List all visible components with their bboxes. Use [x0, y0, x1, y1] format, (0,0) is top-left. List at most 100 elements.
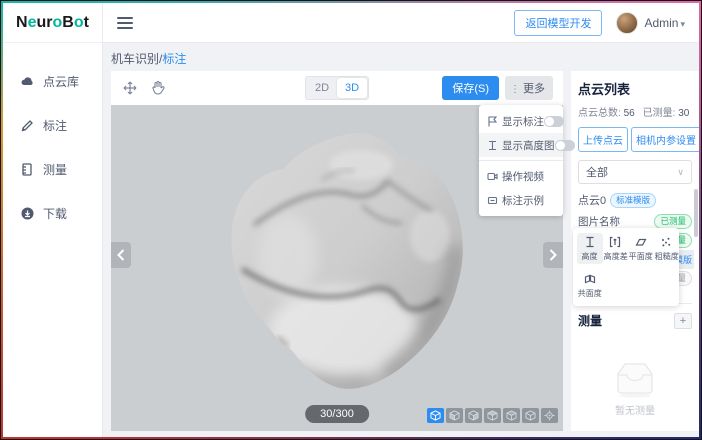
view-cube-front-button[interactable]	[446, 408, 463, 423]
app-window: NeuroBot 点云库 标注 测量	[3, 3, 699, 437]
sidebar-item-label: 点云库	[43, 73, 79, 90]
menu-item-label: 标注示例	[502, 193, 555, 208]
more-label: 更多	[523, 83, 545, 95]
measure-empty-state: 暂无测量	[571, 360, 699, 417]
measure-tool-popup: 高度 高度差 平面度 粗糙度	[573, 228, 679, 306]
measure-icon	[20, 162, 35, 177]
menu-item-show-heightmap[interactable]: 显示高度图	[479, 133, 563, 157]
view-orientation-bar	[427, 408, 558, 423]
show-heightmap-toggle[interactable]	[555, 140, 575, 151]
view-cube-top-button[interactable]	[522, 408, 539, 423]
tool-label: 高度差	[603, 250, 627, 261]
rainbow-border: NeuroBot 点云库 标注 测量	[1, 1, 701, 439]
sidebar-item-measure[interactable]: 测量	[3, 147, 102, 191]
app-logo: NeuroBot	[3, 3, 102, 43]
breadcrumb: 机车识别/标注	[111, 49, 697, 69]
next-arrow-button[interactable]	[543, 242, 563, 268]
vertical-dots-icon: ⋮	[510, 84, 520, 95]
view-cube-left-button[interactable]	[484, 408, 501, 423]
point-cloud-stats: 点云总数: 56 已测量: 30	[578, 104, 692, 119]
logo-gear-letter: o	[53, 14, 63, 32]
tool-label: 共面度	[578, 287, 602, 298]
more-button[interactable]: ⋮更多	[505, 76, 553, 100]
stat-label: 已测量:	[643, 108, 676, 119]
menu-item-annotation-example[interactable]: 标注示例	[479, 188, 563, 212]
filter-value: 全部	[586, 164, 608, 180]
user-avatar[interactable]	[616, 12, 638, 34]
menu-item-show-annotations[interactable]: 显示标注	[479, 109, 563, 133]
sidebar-item-pointcloud-library[interactable]: 点云库	[3, 59, 102, 103]
hand-pan-icon[interactable]	[149, 79, 167, 97]
sidebar-nav: 点云库 标注 测量 下载	[3, 43, 102, 235]
pen-icon	[20, 118, 35, 133]
locate-reset-view-button[interactable]	[541, 408, 558, 423]
stat-measured: 已测量: 30	[643, 104, 690, 119]
move-tool-icon[interactable]	[121, 79, 139, 97]
download-icon	[20, 206, 35, 221]
sidebar: NeuroBot 点云库 标注 测量	[3, 3, 103, 437]
tool-coplanarity[interactable]: 共面度	[577, 270, 603, 301]
empty-text: 暂无测量	[615, 402, 655, 417]
height-diff-tool-icon	[609, 236, 621, 248]
height-tool-icon	[584, 236, 596, 248]
save-button[interactable]: 保存(S)	[442, 76, 499, 100]
camera-params-button[interactable]: 相机内参设置	[631, 127, 699, 152]
menu-divider	[479, 160, 563, 161]
user-menu[interactable]: Admin▾	[644, 16, 685, 30]
logo-part: ur	[37, 14, 53, 32]
menu-item-tutorial-video[interactable]: 操作视频	[479, 164, 563, 188]
sidebar-item-label: 测量	[43, 161, 67, 178]
sidebar-item-download[interactable]: 下载	[3, 191, 102, 235]
measured-badge: 已测量	[654, 214, 692, 229]
filter-select[interactable]: 全部 ∨	[578, 160, 692, 184]
measure-section-header: 测量 +	[578, 303, 692, 329]
logo-gear-letter: o	[74, 14, 84, 32]
breadcrumb-parent[interactable]: 机车识别	[111, 52, 159, 66]
sidebar-item-label: 标注	[43, 117, 67, 134]
view-cube-right-button[interactable]	[503, 408, 520, 423]
tool-label: 高度	[582, 250, 598, 261]
tool-height[interactable]: 高度	[577, 233, 603, 264]
tool-flatness[interactable]: 平面度	[628, 233, 654, 264]
stat-total: 点云总数: 56	[578, 104, 635, 119]
panel-title: 点云列表	[578, 79, 692, 98]
show-annotations-toggle[interactable]	[544, 116, 564, 127]
view-3d-button[interactable]: 3D	[337, 78, 367, 98]
logo-part: N	[16, 14, 28, 32]
viewer-toolbar: 2D 3D 保存(S) ⋮更多	[111, 71, 563, 105]
tool-label: 粗糙度	[654, 250, 678, 261]
chevron-down-icon: ∨	[677, 167, 684, 178]
stat-value: 56	[624, 108, 635, 119]
tool-roughness[interactable]: 粗糙度	[654, 233, 680, 264]
screenshot-frame: NeuroBot 点云库 标注 测量	[0, 0, 702, 440]
list-scrollbar-thumb[interactable]	[694, 189, 698, 237]
pointcloud-group-row[interactable]: 点云0 标准模版	[578, 192, 692, 208]
view-cube-iso-button[interactable]	[427, 408, 444, 423]
sidebar-item-annotate[interactable]: 标注	[3, 103, 102, 147]
stat-value: 30	[678, 108, 689, 119]
tool-label: 平面度	[629, 250, 653, 261]
coplanarity-tool-icon	[584, 273, 596, 285]
chevron-down-icon: ▾	[680, 19, 685, 29]
back-to-model-dev-button[interactable]: 返回模型开发	[514, 10, 602, 36]
tooth-3d-model	[226, 131, 466, 391]
roughness-tool-icon	[660, 236, 672, 248]
content-area: 机车识别/标注 2D 3D	[103, 43, 699, 437]
empty-inbox-icon	[609, 360, 661, 398]
collapse-menu-icon[interactable]	[117, 14, 133, 32]
template-badge: 标准模版	[610, 193, 656, 208]
upload-pointcloud-button[interactable]: 上传点云	[578, 127, 628, 152]
add-measurement-button[interactable]: +	[674, 313, 692, 329]
prev-arrow-button[interactable]	[111, 242, 131, 268]
measure-title: 测量	[578, 312, 674, 329]
logo-part: t	[84, 14, 89, 32]
view-2d-button[interactable]: 2D	[307, 78, 337, 98]
point-cloud-list-panel: 点云列表 点云总数: 56 已测量: 30 上传点云 相机内参设置 全部 ∨	[571, 71, 699, 431]
stat-label: 点云总数:	[578, 108, 621, 119]
view-cube-back-button[interactable]	[465, 408, 482, 423]
image-name: 图片名称	[578, 214, 654, 229]
tool-height-diff[interactable]: 高度差	[603, 233, 629, 264]
view-mode-switch: 2D 3D	[305, 76, 369, 100]
menu-item-label: 显示高度图	[502, 138, 555, 153]
menu-item-label: 操作视频	[502, 169, 555, 184]
